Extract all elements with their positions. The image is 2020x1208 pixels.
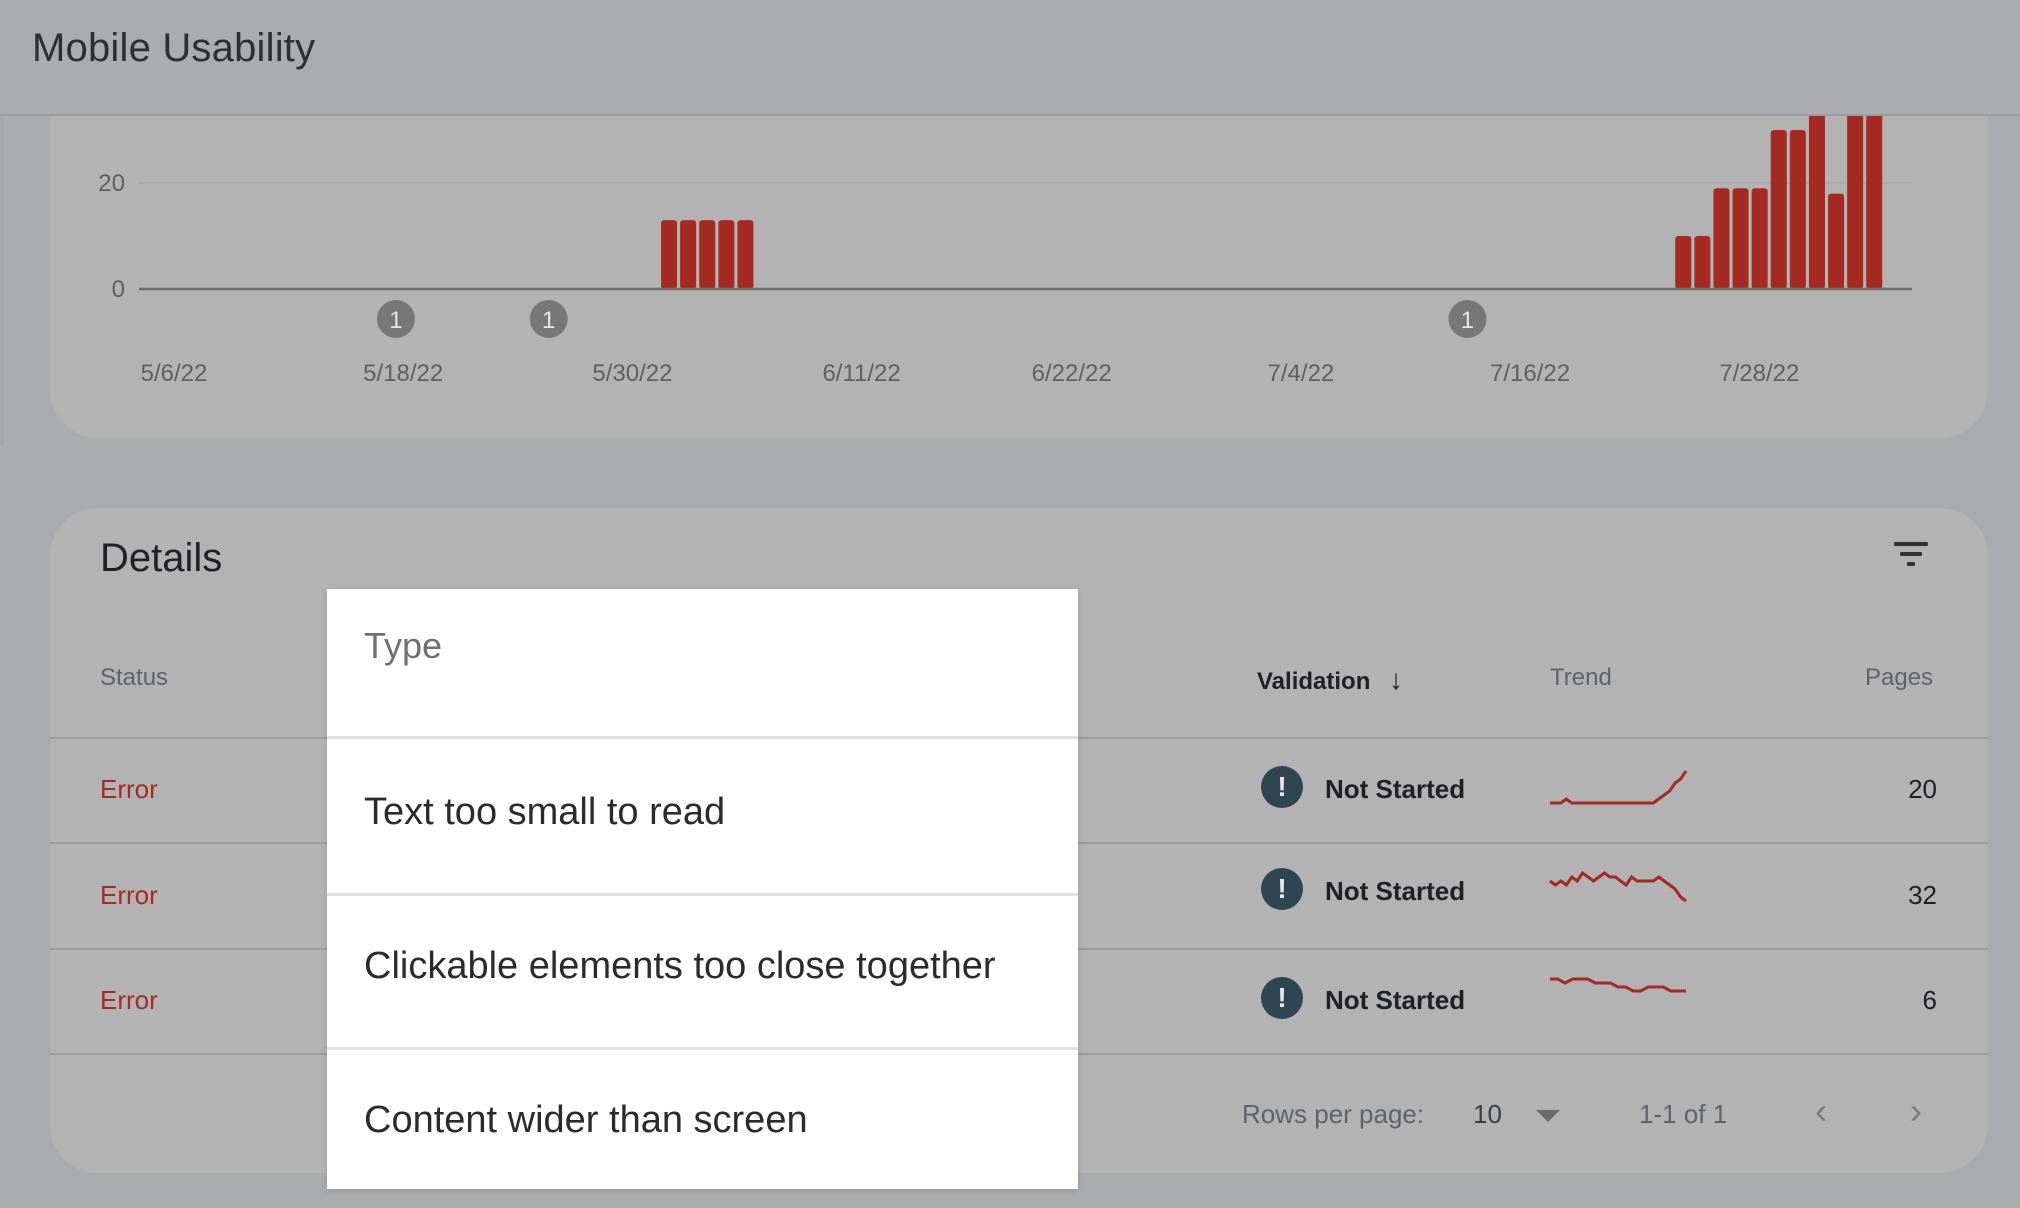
column-header-trend[interactable]: Trend: [1550, 664, 1612, 692]
column-header-validation-label: Validation: [1257, 668, 1371, 695]
chart-bar: [1828, 193, 1845, 289]
trend-sparkline: [1549, 870, 1687, 903]
column-header-validation[interactable]: Validation ↓: [1257, 664, 1403, 696]
chart-bar: [1675, 236, 1692, 289]
sparkline-path: [1550, 977, 1686, 993]
column-header-type[interactable]: Type: [327, 589, 1078, 739]
column-header-type-label: Type: [364, 625, 443, 666]
validation-cell: Not Started: [1325, 876, 1466, 906]
chart-bar: [1694, 236, 1711, 289]
chart-bar: [1751, 188, 1768, 289]
pages-cell: 20: [1908, 774, 1937, 804]
dropdown-caret-icon[interactable]: [1536, 1110, 1560, 1122]
status-cell: Error: [100, 880, 158, 910]
x-tick-label: 5/18/22: [363, 360, 443, 387]
warning-icon: !: [1261, 977, 1303, 1019]
column-header-status[interactable]: Status: [100, 664, 168, 692]
chart-bar: [661, 220, 678, 289]
chart-bar: [1770, 130, 1787, 289]
next-page-icon[interactable]: ›: [1910, 1090, 1922, 1132]
chart-bar: [1808, 116, 1825, 289]
annotation-label: 1: [1461, 307, 1474, 334]
details-title: Details: [100, 536, 223, 580]
chart-bar: [680, 220, 697, 289]
chart-bar: [737, 220, 754, 289]
x-tick-label: 7/16/22: [1490, 360, 1570, 387]
chart-bar: [1847, 116, 1864, 289]
x-tick-label: 7/4/22: [1268, 360, 1335, 387]
annotation-label: 1: [542, 307, 555, 334]
filter-icon[interactable]: [1890, 538, 1930, 572]
type-cell[interactable]: Content wider than screen: [327, 1049, 1078, 1189]
validation-cell: Not Started: [1325, 985, 1466, 1015]
sparkline-path: [1550, 770, 1688, 805]
chart-bar: [699, 220, 716, 289]
x-tick-label: 6/22/22: [1032, 360, 1112, 387]
warning-icon: !: [1261, 766, 1303, 808]
pagination-range: 1-1 of 1: [1639, 1099, 1728, 1129]
pages-cell: 6: [1922, 985, 1937, 1015]
column-header-pages[interactable]: Pages: [1865, 664, 1933, 692]
page-header: Mobile Usability: [0, 0, 2020, 116]
page-title: Mobile Usability: [32, 26, 316, 70]
chart-bar: [1713, 188, 1730, 289]
chart-bar: [1866, 116, 1883, 289]
trend-sparkline: [1550, 770, 1688, 805]
warning-icon: !: [1261, 868, 1303, 910]
type-cell-label: Clickable elements too close together: [364, 945, 996, 987]
rows-per-page-select[interactable]: 10: [1473, 1099, 1502, 1130]
pages-cell: 32: [1908, 880, 1937, 910]
x-tick-label: 7/28/22: [1719, 360, 1799, 387]
annotation-label: 1: [389, 307, 402, 334]
type-cell-label: Text too small to read: [364, 791, 726, 833]
rows-per-page-label: Rows per page:: [1242, 1099, 1425, 1129]
sparkline-path: [1549, 870, 1687, 903]
chart-bar: [1732, 188, 1749, 289]
status-cell: Error: [100, 985, 158, 1015]
status-cell: Error: [100, 774, 158, 804]
trend-sparkline: [1550, 977, 1686, 993]
y-tick-label: 20: [98, 170, 125, 197]
x-tick-label: 6/11/22: [822, 360, 900, 387]
chart-bar: [718, 220, 735, 289]
x-tick-label: 5/6/22: [141, 360, 208, 387]
x-tick-label: 5/30/22: [592, 360, 672, 387]
type-cell[interactable]: Text too small to read: [327, 739, 1078, 896]
sort-descending-icon: ↓: [1389, 664, 1404, 695]
y-tick-label: 0: [112, 276, 125, 303]
type-column-popover: Type Text too small to read Clickable el…: [327, 589, 1078, 1189]
validation-cell: Not Started: [1325, 774, 1466, 804]
type-cell[interactable]: Clickable elements too close together: [327, 893, 1078, 1050]
type-cell-label: Content wider than screen: [364, 1099, 808, 1141]
prev-page-icon[interactable]: ‹: [1815, 1090, 1827, 1132]
chart-bar: [1789, 130, 1806, 289]
